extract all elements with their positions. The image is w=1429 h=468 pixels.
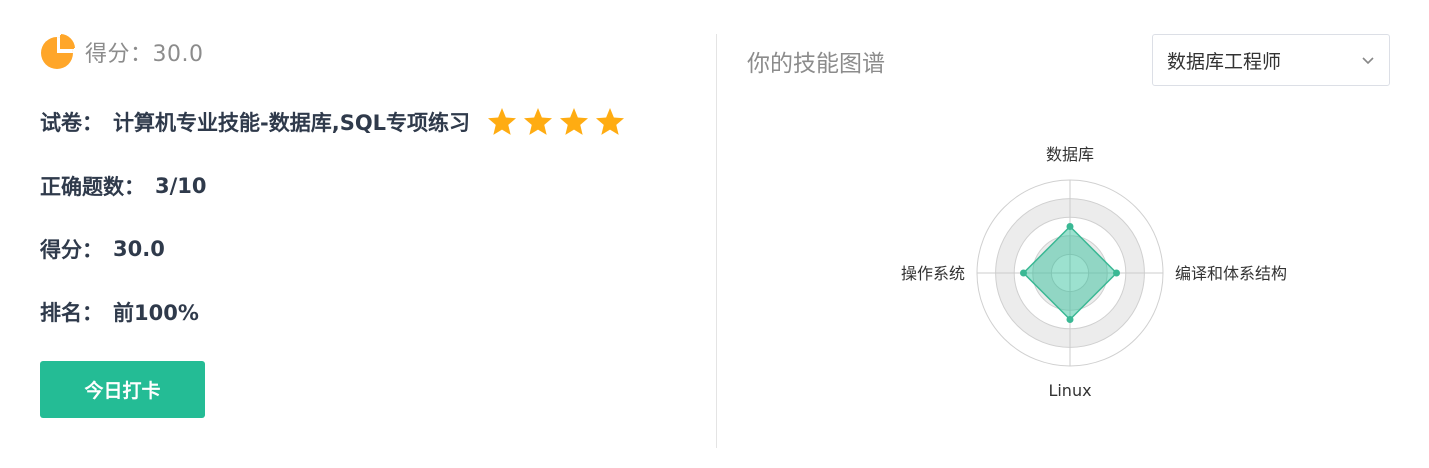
paper-name: 计算机专业技能-数据库,SQL专项练习 xyxy=(113,111,471,135)
star-icon xyxy=(560,108,589,135)
radar-point xyxy=(1066,223,1074,230)
rank-row: 排名： 前100% xyxy=(40,297,199,327)
radar-indicator-label: 编译和体系结构 xyxy=(1175,264,1287,283)
rank-label: 排名： xyxy=(40,301,103,325)
radar-indicator-label: 数据库 xyxy=(1046,145,1094,164)
radar-point xyxy=(1113,269,1120,277)
radar-point xyxy=(1020,269,1027,277)
score-summary-panel: 得分：30.0 试卷： 计算机专业技能-数据库,SQL专项练习 正确题数： 3/… xyxy=(0,0,716,468)
radar-point xyxy=(1066,316,1074,323)
skill-map-panel: 你的技能图谱 数据库工程师 数据库 编译和体系结构 Linux 操作系统 xyxy=(717,0,1429,468)
star-icon xyxy=(596,108,625,135)
score-header-text: 得分：30.0 xyxy=(85,42,204,67)
difficulty-stars xyxy=(486,106,630,138)
rank-value: 前100% xyxy=(113,301,199,325)
star-icon xyxy=(488,108,517,135)
paper-row: 试卷： 计算机专业技能-数据库,SQL专项练习 xyxy=(40,106,630,138)
score-value: 30.0 xyxy=(113,237,165,261)
daily-checkin-button[interactable]: 今日打卡 xyxy=(40,361,205,418)
score-row: 得分： 30.0 xyxy=(40,234,165,264)
score-header: 得分：30.0 xyxy=(40,34,204,70)
star-icon xyxy=(524,108,553,135)
skill-radar-chart: 数据库编译和体系结构 Linux 操作系统 xyxy=(901,145,1287,400)
correct-count-row: 正确题数： 3/10 xyxy=(40,171,207,201)
radar-indicator-label: Linux xyxy=(1048,381,1091,400)
correct-count-value: 3/10 xyxy=(155,174,207,198)
pie-chart-icon xyxy=(41,34,75,69)
correct-count-label: 正确题数： xyxy=(40,175,145,199)
radar-indicator-label: 操作系统 xyxy=(901,264,965,283)
score-label: 得分： xyxy=(40,238,103,262)
paper-label: 试卷： xyxy=(40,111,103,135)
